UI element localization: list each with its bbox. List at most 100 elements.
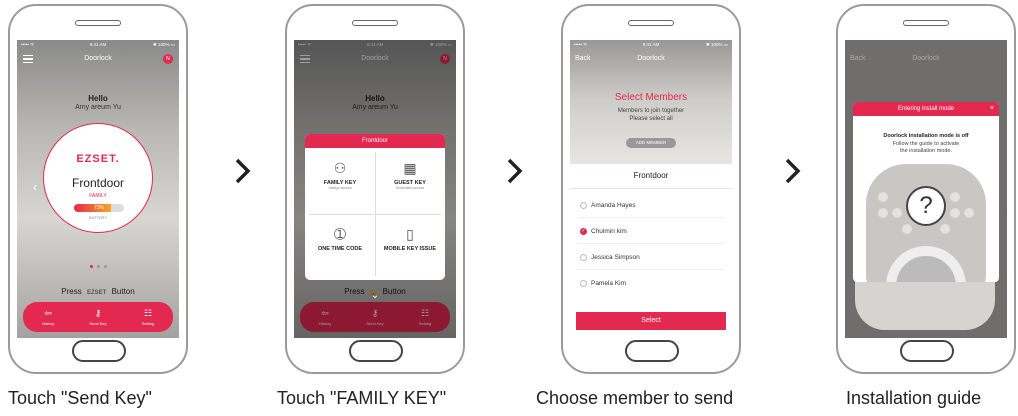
- tab-send-key[interactable]: ⚷ Send Key: [81, 308, 115, 326]
- check-icon: ✓: [580, 228, 587, 235]
- signal-indicator: ••••• ᯤ: [21, 42, 35, 47]
- keypad-dot: [878, 192, 888, 202]
- tab-label: Setting: [141, 321, 155, 326]
- status-time: 9:41 AM: [642, 42, 660, 47]
- member-name: Amanda Hayes: [591, 202, 636, 210]
- speaker-icon: [75, 20, 121, 26]
- option-title: ONE TIME CODE: [317, 246, 362, 252]
- one-time-icon: ➀: [334, 226, 346, 242]
- option-subtitle: Scheduled access: [395, 186, 425, 190]
- home-button[interactable]: [900, 340, 954, 362]
- home-button[interactable]: [349, 340, 403, 362]
- door-name: Frontdoor: [71, 176, 125, 190]
- nav-bar: Back Doorlock: [570, 50, 732, 68]
- tab-history[interactable]: ⇦ History: [31, 308, 65, 326]
- instruction-text: Please select all: [629, 116, 673, 122]
- back-button[interactable]: Back: [575, 50, 591, 68]
- speaker-icon: [352, 20, 398, 26]
- status-bar: ••••• ᯤ 9:41 AM ✱ 100% ▭: [570, 42, 732, 50]
- next-arrow-icon[interactable]: ›: [1005, 204, 1007, 218]
- mobile-key-option[interactable]: ▯ MOBILE KEY ISSUE: [375, 214, 445, 280]
- keypad-dot: [892, 208, 902, 218]
- door-card[interactable]: EZSET. Frontdoor FAMILY 73% BATTERY: [43, 123, 153, 233]
- phone-frame: Back Doorlock Entering install mode × Do…: [836, 4, 1016, 374]
- tab-setting[interactable]: ☷ Setting: [131, 308, 165, 326]
- battery-indicator: ✱ 100% ▭: [152, 42, 175, 47]
- radio-icon: [580, 202, 587, 209]
- home-button[interactable]: [72, 340, 126, 362]
- step-caption: Touch "FAMILY KEY": [277, 388, 447, 408]
- dialog-header: Entering install mode ×: [853, 102, 999, 116]
- keypad-dot: [902, 224, 912, 234]
- install-mode-dialog: Entering install mode × Doorlock install…: [853, 102, 999, 282]
- member-item[interactable]: Jessica Simpson: [580, 254, 640, 261]
- notification-icon[interactable]: N: [163, 54, 173, 64]
- keypad-dot: [950, 192, 960, 202]
- keypad-dot: [940, 224, 950, 234]
- tab-label: History: [41, 321, 55, 326]
- step-caption: Touch "Send Key": [8, 388, 152, 408]
- step-caption: Choose member to send: [536, 388, 734, 408]
- home-button[interactable]: [625, 340, 679, 362]
- dialog-message: Doorlock installation mode is off: [883, 133, 969, 139]
- step-3: ••••• ᯤ 9:41 AM ✱ 100% ▭ Back Doorlock S…: [536, 0, 743, 416]
- previous-arrow-icon[interactable]: ‹: [33, 180, 37, 194]
- radio-icon: [580, 254, 587, 261]
- speaker-icon: [903, 20, 949, 26]
- one-time-code-option[interactable]: ➀ ONE TIME CODE: [305, 214, 375, 280]
- step-caption: Installation guide: [846, 388, 982, 408]
- press-button-text: Button: [111, 287, 135, 296]
- member-name: Chulmin kim: [591, 228, 627, 236]
- close-icon[interactable]: ×: [990, 102, 994, 116]
- dialog-title: Entering install mode: [897, 106, 955, 112]
- press-logo: EZSET: [86, 290, 107, 296]
- add-member-button[interactable]: ADD MEMBER: [626, 138, 676, 148]
- guest-key-option[interactable]: ▦ GUEST KEY Scheduled access: [375, 148, 445, 214]
- page-title: Select Members: [614, 92, 688, 103]
- key-icon: ⚷: [94, 308, 102, 318]
- nav-bar: Back Doorlock: [845, 50, 1007, 68]
- radio-icon: [580, 280, 587, 287]
- option-title: MOBILE KEY ISSUE: [383, 246, 437, 252]
- phone-screen: ••••• ᯤ 9:41 AM ✱ 100% ▭ Doorlock N Hell…: [294, 40, 456, 338]
- keypad-dot: [878, 208, 888, 218]
- family-key-icon: ⚇: [333, 160, 347, 176]
- press-hint: Press EZSET Button: [17, 287, 179, 296]
- status-bar: ••••• ᯤ 9:41 AM ✱ 100% ▭: [17, 42, 179, 50]
- member-item[interactable]: Pamela Kim: [580, 280, 626, 287]
- instruction-text: Members to join together: [617, 108, 685, 114]
- family-key-option[interactable]: ⚇ FAMILY KEY Always access: [305, 148, 375, 214]
- divider: [578, 243, 724, 244]
- nav-title: Doorlock: [637, 55, 665, 62]
- status-time: 9:41 AM: [89, 42, 107, 47]
- step-arrow-icon: [507, 158, 523, 184]
- tab-bar: ⇦ History ⚷ Send Key ☷ Setting: [23, 302, 173, 332]
- select-button[interactable]: Select: [576, 312, 726, 330]
- step-arrow-icon: [785, 158, 801, 184]
- keypad-dot: [964, 208, 974, 218]
- battery-value: 73%: [93, 205, 104, 211]
- nav-bar: Doorlock N: [17, 50, 179, 68]
- nav-title: Doorlock: [84, 55, 112, 62]
- calendar-key-icon: ▦: [403, 160, 417, 176]
- speaker-icon: [628, 20, 674, 26]
- greeting: Hello: [88, 94, 108, 103]
- member-item[interactable]: Amanda Hayes: [580, 202, 635, 209]
- phone-screen: ••••• ᯤ 9:41 AM ✱ 100% ▭ Back Doorlock S…: [570, 40, 732, 338]
- close-chevron-icon[interactable]: ⌄: [294, 290, 456, 301]
- phone-frame: ••••• ᯤ 9:41 AM ✱ 100% ▭ Back Doorlock S…: [561, 4, 741, 374]
- hamburger-menu-icon[interactable]: [23, 55, 33, 63]
- dialog-message: the installation mode.: [900, 148, 952, 154]
- member-item[interactable]: ✓ Chulmin kim: [580, 228, 627, 235]
- list-title: Frontdoor: [570, 164, 732, 189]
- sliders-icon: ☷: [143, 308, 153, 318]
- page-dot: [103, 265, 107, 268]
- phone-frame: ••••• ᯤ 9:41 AM ✱ 100% ▭ Doorlock N Hell…: [8, 4, 188, 374]
- divider: [578, 217, 724, 218]
- page-dot: [96, 265, 100, 268]
- page-indicator: [17, 265, 179, 268]
- phone-screen: Back Doorlock Entering install mode × Do…: [845, 40, 1007, 338]
- page-dot: [89, 265, 93, 268]
- tab-label: Send Key: [89, 321, 107, 326]
- question-mark-icon: ?: [906, 186, 946, 226]
